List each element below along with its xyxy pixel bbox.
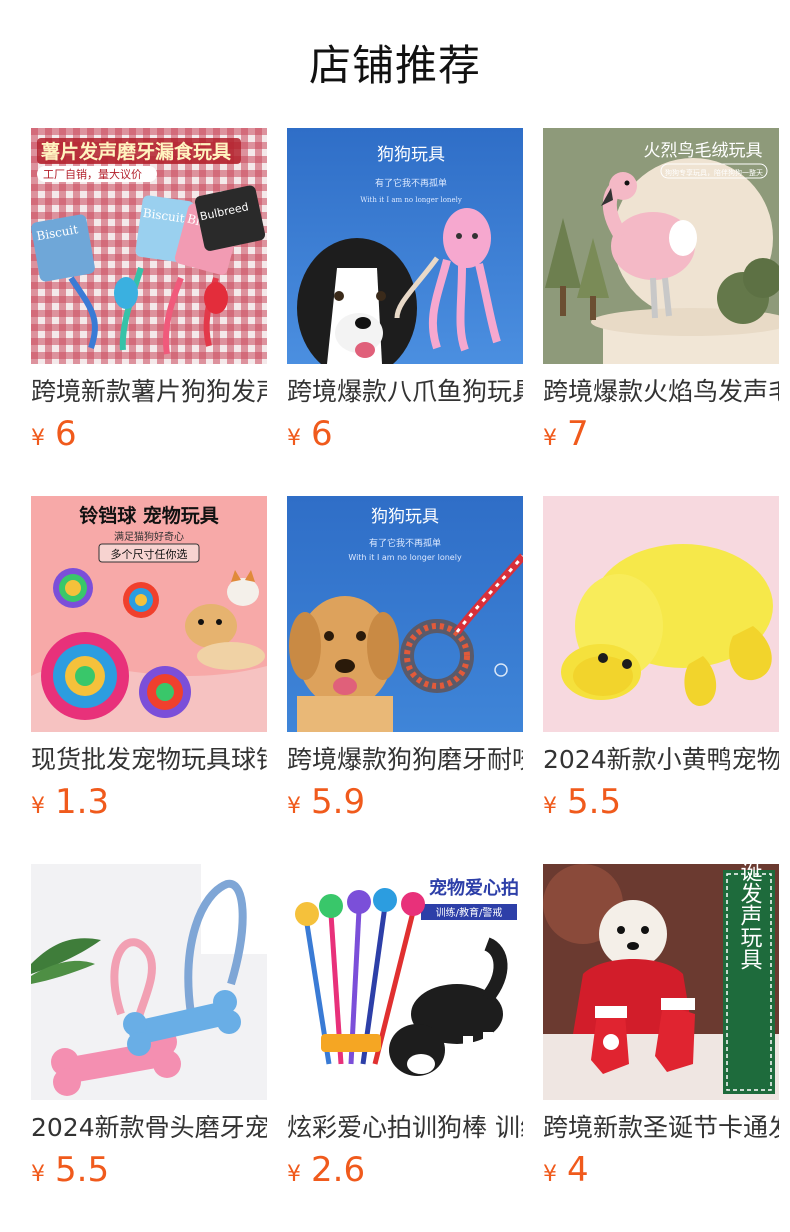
product-info: 跨境爆款八爪鱼狗玩具 ¥6 [287,364,523,456]
currency-symbol: ¥ [31,794,45,819]
thumb-tag: 工厂自销，量大议价 [43,167,142,181]
product-info: 跨境新款圣诞节卡通发声玩具 ¥4 [543,1100,779,1192]
price-value: 1.3 [55,782,110,822]
product-card[interactable]: 2024新款小黄鸭宠物发声玩具 ¥5.5 [543,496,779,822]
product-image[interactable] [543,496,779,732]
currency-symbol: ¥ [31,1162,45,1187]
product-name[interactable]: 跨境新款圣诞节卡通发声玩具 [543,1108,779,1148]
product-name[interactable]: 跨境爆款火焰鸟发声毛绒玩具 [543,372,779,412]
thumb-subtitle: 训练/教育/警戒 [436,906,503,919]
product-price: ¥1.3 [31,780,267,824]
product-image[interactable]: 狗狗玩具 有了它我不再孤单 With it I am no longer lon… [287,496,523,732]
product-info: 2024新款骨头磨牙宠物玩具 ¥5.5 [31,1100,267,1192]
product-name[interactable]: 跨境新款薯片狗狗发声磨牙漏食玩具 [31,372,267,412]
product-price: ¥5.5 [31,1148,267,1192]
product-card[interactable]: 狗狗玩具 有了它我不再孤单 With it I am no longer lon… [287,128,523,454]
price-value: 2.6 [311,1150,366,1190]
thumb-subtitle: 有了它我不再孤单 [369,537,441,549]
price-value: 7 [567,414,589,454]
thumb-heading: 狗狗玩具 [371,507,439,527]
product-name[interactable]: 现货批发宠物玩具球铃铛球 [31,740,267,780]
currency-symbol: ¥ [543,1162,557,1187]
price-value: 6 [55,414,77,454]
product-card[interactable]: 圣诞发声玩具 跨境新款圣诞节卡通发声玩具 ¥4 [543,864,779,1190]
product-image[interactable]: 宠物爱心拍 训练/教育/警戒 [287,864,523,1100]
product-price: ¥2.6 [287,1148,523,1192]
product-name[interactable]: 跨境爆款狗狗磨牙耐咬绳结 [287,740,523,780]
currency-symbol: ¥ [287,426,301,451]
currency-symbol: ¥ [287,794,301,819]
product-price: ¥4 [543,1148,779,1192]
product-info: 跨境爆款狗狗磨牙耐咬绳结 ¥5.9 [287,732,523,824]
product-image[interactable] [31,864,267,1100]
dog-icon [289,596,399,732]
product-price: ¥6 [287,412,523,456]
currency-symbol: ¥ [31,426,45,451]
product-image[interactable]: 狗狗玩具 有了它我不再孤单 With it I am no longer lon… [287,128,523,364]
product-info: 跨境爆款火焰鸟发声毛绒玩具 ¥7 [543,364,779,456]
thumb-subtitle: 多个尺寸任你选 [111,547,188,561]
price-value: 5.5 [567,782,622,822]
product-image[interactable]: 铃铛球 宠物玩具 满足猫狗好奇心 多个尺寸任你选 [31,496,267,732]
product-card[interactable]: 火烈鸟毛绒玩具 狗狗专享玩具，陪伴狗狗一整天 跨境爆款火焰鸟发声毛绒玩具 ¥7 [543,128,779,454]
currency-symbol: ¥ [543,426,557,451]
product-card[interactable]: 2024新款骨头磨牙宠物玩具 ¥5.5 [31,864,267,1190]
thumb-heading: 宠物爱心拍 [429,877,519,899]
price-value: 6 [311,414,333,454]
product-info: 跨境新款薯片狗狗发声磨牙漏食玩具 ¥6 [31,364,267,456]
thumb-subtitle-en: With it I am no longer lonely [360,196,462,204]
product-price: ¥5.9 [287,780,523,824]
product-card[interactable]: 薯片发声磨牙漏食玩具 工厂自销，量大议价 Biscuit Biscuit Bis… [31,128,267,454]
thumb-subtitle: 有了它我不再孤单 [375,177,447,189]
product-card[interactable]: 铃铛球 宠物玩具 满足猫狗好奇心 多个尺寸任你选 现货批发宠物玩具球 ¥ 1.3 [31,496,267,822]
product-info: 现货批发宠物玩具球铃铛球 ¥1.3 [31,732,267,824]
price-value: 4 [567,1150,589,1190]
product-price: ¥5.5 [543,780,779,824]
product-image[interactable]: 圣诞发声玩具 [543,864,779,1100]
thumb-subtitle-en: With it I am no longer lonely [348,553,462,562]
thumb-heading: 薯片发声磨牙漏食玩具 [40,140,231,163]
product-price: ¥7 [543,412,779,456]
product-grid: 薯片发声磨牙漏食玩具 工厂自销，量大议价 Biscuit Biscuit Bis… [31,128,779,1190]
product-name[interactable]: 2024新款骨头磨牙宠物玩具 [31,1108,267,1148]
product-card[interactable]: 狗狗玩具 有了它我不再孤单 With it I am no longer lon… [287,496,523,822]
currency-symbol: ¥ [287,1162,301,1187]
thumb-subtitle: 满足猫狗好奇心 [114,530,184,543]
product-name[interactable]: 2024新款小黄鸭宠物发声玩具 [543,740,779,780]
product-card[interactable]: 宠物爱心拍 训练/教育/警戒 炫彩爱心拍训狗棒 训 ¥ 2.6 [287,864,523,1190]
thumb-heading: 火烈鸟毛绒玩具 [644,141,763,161]
product-info: 2024新款小黄鸭宠物发声玩具 ¥5.5 [543,732,779,824]
product-price: ¥6 [31,412,267,456]
product-name[interactable]: 炫彩爱心拍训狗棒 训练教育 [287,1108,523,1148]
price-value: 5.5 [55,1150,110,1190]
page-title: 店铺推荐 [308,41,481,90]
product-name[interactable]: 跨境爆款八爪鱼狗玩具 [287,372,523,412]
chips-pack-icon: Biscuit [31,214,95,282]
thumb-subtitle: 狗狗专享玩具，陪伴狗狗一整天 [665,168,763,177]
thumb-heading: 铃铛球 宠物玩具 [79,504,219,527]
price-value: 5.9 [311,782,366,822]
christmas-banner: 圣诞发声玩具 [723,864,775,1094]
thumb-heading: 狗狗玩具 [377,145,445,165]
product-image[interactable]: 薯片发声磨牙漏食玩具 工厂自销，量大议价 Biscuit Biscuit Bis… [31,128,267,364]
currency-symbol: ¥ [543,794,557,819]
thumb-heading: 圣诞发声玩具 [737,864,763,970]
product-image[interactable]: 火烈鸟毛绒玩具 狗狗专享玩具，陪伴狗狗一整天 [543,128,779,364]
product-info: 炫彩爱心拍训狗棒 训练教育 ¥2.6 [287,1100,523,1192]
